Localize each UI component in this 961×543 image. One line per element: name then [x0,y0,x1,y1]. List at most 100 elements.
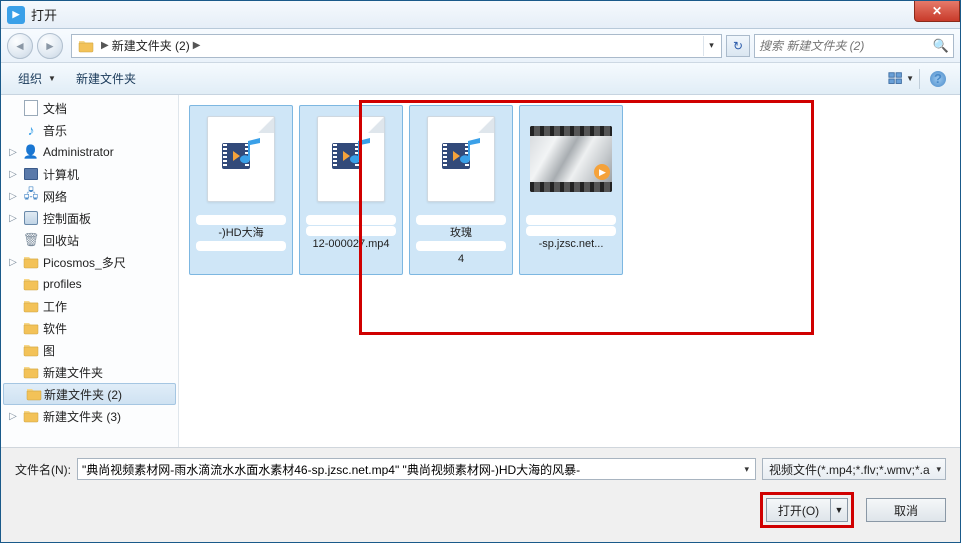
sidebar-item--[interactable]: ▷ 🖧网络 [1,185,178,207]
folder-icon [26,386,42,402]
sidebar-item-label: Administrator [43,145,114,159]
sidebar-item-label: 新建文件夹 [43,364,103,381]
body: 文档♪音乐▷👤Administrator▷计算机▷🖧网络▷控制面板🗑回收站▷Pi… [1,95,960,447]
thumbnails-icon [888,71,904,87]
file-label: 12-000027.mp4 [302,214,400,251]
filename-dropdown[interactable]: ▾ [742,464,751,475]
folder-icon [78,38,94,54]
chevron-down-icon: ▼ [906,74,914,83]
music-icon: ♪ [23,122,39,138]
sidebar-item-label: 图 [43,342,55,359]
sidebar-item--[interactable]: ♪音乐 [1,119,178,141]
close-icon: ✕ [932,4,942,18]
doc-icon [23,100,39,116]
sidebar-item-profiles[interactable]: profiles [1,273,178,295]
title-bar: ▶ 打开 ✕ [1,1,960,29]
chevron-right-icon[interactable]: ▶ [190,40,204,51]
cancel-button[interactable]: 取消 [866,498,946,522]
folder-icon [23,408,39,424]
address-segment[interactable]: 新建文件夹 (2) [112,37,190,54]
chevron-right-icon[interactable]: ▶ [98,40,112,51]
file-item[interactable]: ▶ -sp.jzsc.net... [519,105,623,275]
expand-icon[interactable]: ▷ [7,256,19,268]
search-box[interactable]: 🔍 [754,34,954,58]
address-dropdown[interactable]: ▾ [703,36,719,56]
new-folder-button[interactable]: 新建文件夹 [67,66,145,91]
sidebar-item--[interactable]: ▷ 计算机 [1,163,178,185]
sidebar-item-label: 音乐 [43,122,67,139]
help-icon: ? [930,71,946,87]
sidebar-item-label: 文档 [43,100,67,117]
folder-icon [23,298,39,314]
view-mode-button[interactable]: ▼ [887,67,915,91]
ctrl-icon [23,210,39,226]
chevron-down-icon: ▾ [936,464,941,475]
sidebar-item-label: 软件 [43,320,67,337]
sidebar-item-label: profiles [43,277,82,291]
sidebar[interactable]: 文档♪音乐▷👤Administrator▷计算机▷🖧网络▷控制面板🗑回收站▷Pi… [1,95,179,447]
net-icon: 🖧 [23,188,39,204]
app-icon: ▶ [7,6,25,24]
nav-back-button[interactable]: ◄ [7,33,33,59]
organize-button[interactable]: 组织 ▼ [9,66,65,91]
sidebar-item--2-[interactable]: 新建文件夹 (2) [3,383,176,405]
nav-row: ◄ ► ▶ 新建文件夹 (2) ▶ ▾ ↻ 🔍 [1,29,960,63]
sidebar-item-label: 计算机 [43,166,79,183]
expand-icon[interactable]: ▷ [7,168,19,180]
window-title: 打开 [31,5,57,24]
sidebar-item--[interactable]: 文档 [1,97,178,119]
file-open-dialog: ▶ 打开 ✕ ◄ ► ▶ 新建文件夹 (2) ▶ ▾ ↻ 🔍 组织 ▼ [0,0,961,543]
expand-icon[interactable]: ▷ [7,190,19,202]
sidebar-item-label: 新建文件夹 (3) [43,408,121,425]
search-input[interactable] [759,39,933,53]
expand-icon[interactable]: ▷ [7,146,19,158]
folder-icon [23,276,39,292]
refresh-icon: ↻ [733,39,743,53]
sidebar-item--3-[interactable]: ▷ 新建文件夹 (3) [1,405,178,427]
footer: 文件名(N): ▾ 视频文件(*.mp4;*.flv;*.wmv;*.a ▾ 打… [1,447,960,542]
sidebar-item-label: 网络 [43,188,67,205]
close-button[interactable]: ✕ [914,1,960,22]
file-thumbnail [310,110,392,208]
sidebar-item--[interactable]: ▷ 控制面板 [1,207,178,229]
sidebar-item--[interactable]: 新建文件夹 [1,361,178,383]
file-thumbnail [420,110,502,208]
file-label: -)HD大海 [192,214,290,252]
sidebar-item-label: 回收站 [43,232,79,249]
open-dropdown-button[interactable]: ▼ [830,498,848,522]
file-thumbnail [200,110,282,208]
folder-icon [23,320,39,336]
filename-label: 文件名(N): [15,461,71,478]
file-item[interactable]: -)HD大海 [189,105,293,275]
bin-icon: 🗑 [23,232,39,248]
sidebar-item-administrator[interactable]: ▷👤Administrator [1,141,178,163]
sidebar-item--[interactable]: 工作 [1,295,178,317]
search-icon[interactable]: 🔍 [933,38,949,54]
file-thumbnail: ▶ [530,110,612,208]
refresh-button[interactable]: ↻ [726,35,750,57]
sidebar-item--[interactable]: 软件 [1,317,178,339]
sidebar-item-label: 新建文件夹 (2) [44,386,122,403]
expand-icon[interactable]: ▷ [7,212,19,224]
pc-icon [23,166,39,182]
sidebar-item--[interactable]: 图 [1,339,178,361]
open-button[interactable]: 打开(O) [766,498,830,522]
file-item[interactable]: 12-000027.mp4 [299,105,403,275]
chevron-down-icon: ▼ [48,74,56,83]
sidebar-item-label: 工作 [43,298,67,315]
file-label: -sp.jzsc.net... [522,214,620,251]
file-item[interactable]: 玫瑰4 [409,105,513,275]
expand-icon[interactable]: ▷ [7,410,19,422]
sidebar-item-label: 控制面板 [43,210,91,227]
nav-forward-button[interactable]: ► [37,33,63,59]
sidebar-item-picosmos-[interactable]: ▷Picosmos_多尺 [1,251,178,273]
file-label: 玫瑰4 [412,214,510,267]
file-pane[interactable]: -)HD大海 12-000027.mp4 玫瑰4 ▶ -sp.jzsc.net... [179,95,960,447]
filename-input[interactable] [82,462,742,476]
address-bar[interactable]: ▶ 新建文件夹 (2) ▶ ▾ [71,34,722,58]
folder-icon [23,364,39,380]
sidebar-item--[interactable]: 🗑回收站 [1,229,178,251]
filename-field[interactable]: ▾ [77,458,756,480]
help-button[interactable]: ? [924,67,952,91]
file-filter-dropdown[interactable]: 视频文件(*.mp4;*.flv;*.wmv;*.a ▾ [762,458,946,480]
